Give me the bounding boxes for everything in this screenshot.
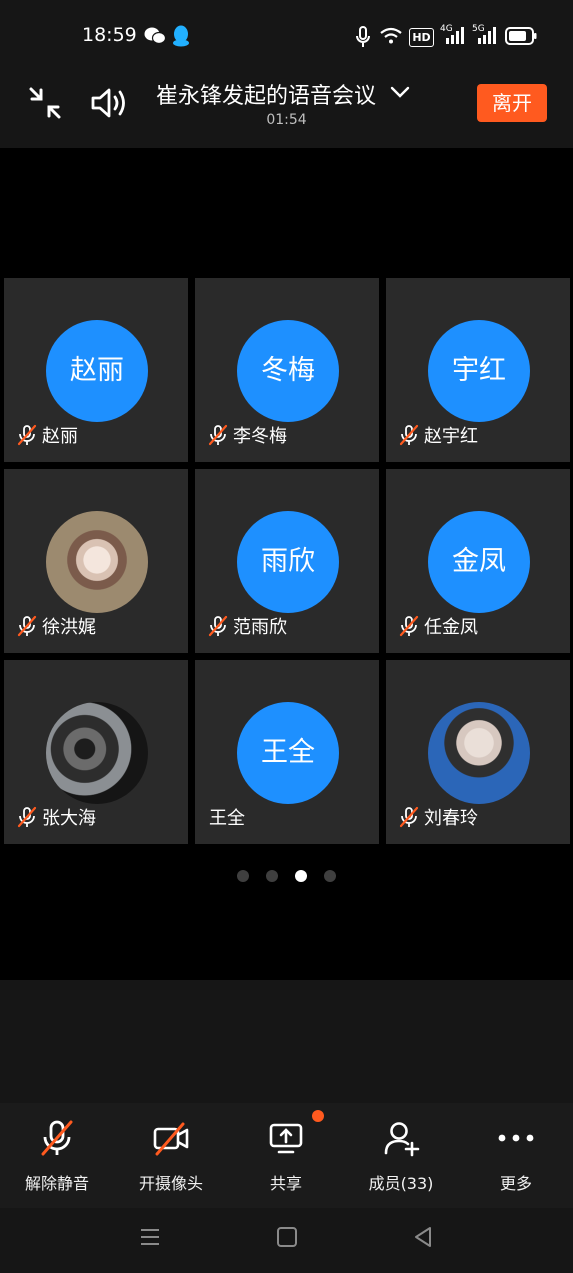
mic-muted-icon: [398, 806, 420, 828]
avatar: 王全: [237, 702, 339, 804]
participant-name: 任金凤: [424, 617, 478, 638]
members-label: 成员(33): [368, 1174, 434, 1193]
mic-muted-icon: [398, 615, 420, 637]
qq-icon: [173, 25, 189, 47]
participant-name: 王全: [209, 808, 245, 829]
participant-name: 范雨欣: [233, 617, 287, 638]
participant-tile[interactable]: 赵丽 赵丽: [4, 278, 188, 462]
avatar: [46, 511, 148, 613]
more-label: 更多: [499, 1174, 532, 1193]
video-stage: 赵丽 赵丽 冬梅 李冬梅 宇红 赵宇红 徐洪娓 雨欣 范雨欣 金凤 任金凤 张大海 王全 王全 刘春玲: [0, 148, 573, 980]
camera-button[interactable]: 开摄像头: [121, 1118, 221, 1194]
4g-signal-icon: [446, 27, 464, 44]
participant-name: 徐洪娓: [42, 617, 96, 638]
back-icon[interactable]: [412, 1226, 434, 1248]
avatar: 赵丽: [46, 320, 148, 422]
members-button[interactable]: 成员(33): [351, 1118, 451, 1194]
leave-button[interactable]: 离开: [477, 84, 547, 122]
add-member-icon: [384, 1122, 420, 1157]
avatar: [428, 702, 530, 804]
mic-muted-icon: [207, 615, 229, 637]
battery-icon: [505, 27, 537, 45]
avatar: [46, 702, 148, 804]
avatar: 金凤: [428, 511, 530, 613]
share-label: 共享: [269, 1174, 302, 1193]
page-dot[interactable]: [295, 870, 307, 882]
avatar: 宇红: [428, 320, 530, 422]
participant-name: 刘春玲: [424, 808, 478, 829]
participant-name: 赵宇红: [424, 426, 478, 447]
mic-muted-icon: [398, 424, 420, 446]
wifi-icon: [380, 27, 402, 44]
participant-name: 张大海: [42, 808, 96, 829]
mic-muted-icon: [16, 806, 38, 828]
mic-muted-icon: [16, 424, 38, 446]
notification-dot: [312, 1110, 324, 1122]
menu-icon[interactable]: [139, 1226, 161, 1248]
participant-tile[interactable]: 徐洪娓: [4, 469, 188, 653]
camera-off-icon: [153, 1122, 189, 1156]
page-dot[interactable]: [324, 870, 336, 882]
mic-muted-icon: [16, 615, 38, 637]
page-indicator: [0, 868, 573, 884]
screen-share-icon: [269, 1123, 303, 1154]
status-time: 18:59: [82, 24, 137, 46]
hd-icon: HD: [409, 28, 434, 47]
unmute-button[interactable]: 解除静音: [7, 1118, 107, 1194]
mic-icon: [356, 26, 370, 47]
participant-tile[interactable]: 王全 王全: [195, 660, 379, 844]
participant-tile[interactable]: 张大海: [4, 660, 188, 844]
unmute-label: 解除静音: [24, 1174, 89, 1193]
participant-tile[interactable]: 金凤任金凤: [386, 469, 570, 653]
camera-label: 开摄像头: [138, 1174, 203, 1193]
home-icon[interactable]: [276, 1226, 298, 1248]
participant-tile[interactable]: 刘春玲: [386, 660, 570, 844]
participant-name: 赵丽: [42, 426, 78, 447]
meeting-title[interactable]: 崔永锋发起的语音会议: [156, 78, 376, 110]
share-button[interactable]: 共享: [236, 1118, 336, 1194]
avatar: 雨欣: [237, 511, 339, 613]
mic-muted-icon: [41, 1120, 73, 1156]
page-dot[interactable]: [237, 870, 249, 882]
participant-tile[interactable]: 宇红赵宇红: [386, 278, 570, 462]
page-dot[interactable]: [266, 870, 278, 882]
chevron-down-icon[interactable]: [390, 85, 410, 99]
mic-muted-icon: [207, 424, 229, 446]
more-button[interactable]: 更多: [466, 1118, 566, 1194]
participant-name: 李冬梅: [233, 426, 287, 447]
more-dots-icon: [498, 1134, 534, 1142]
wechat-icon: [144, 27, 166, 45]
avatar: 冬梅: [237, 320, 339, 422]
participant-tile[interactable]: 冬梅李冬梅: [195, 278, 379, 462]
5g-signal-icon: [478, 27, 496, 44]
participant-tile[interactable]: 雨欣范雨欣: [195, 469, 379, 653]
